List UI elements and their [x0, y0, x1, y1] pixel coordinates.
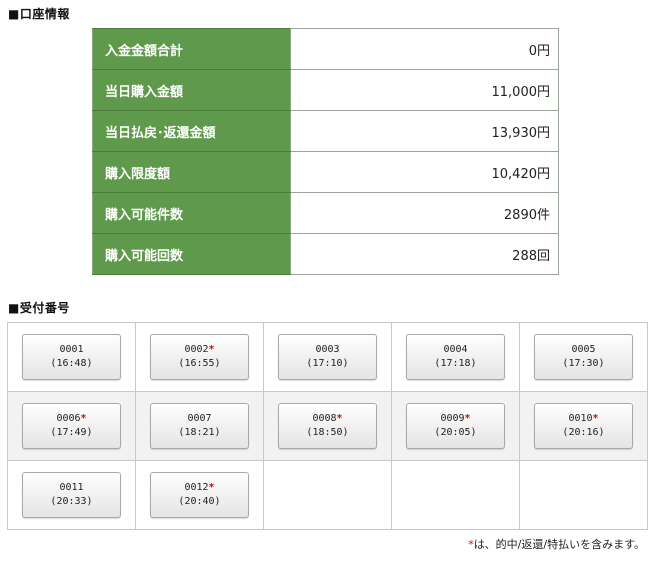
- receipt-button-0012[interactable]: 0012* (20:40): [150, 472, 249, 518]
- purchasable-times-label: 購入可能回数: [92, 233, 291, 275]
- deposit-total-label: 入金金額合計: [92, 28, 291, 70]
- deposit-total-value: 0円: [290, 28, 559, 70]
- receipt-time: (20:16): [562, 427, 605, 438]
- receipt-button-0010[interactable]: 0010* (20:16): [534, 403, 633, 449]
- grid-cell: 0007 (18:21): [135, 391, 264, 461]
- account-info-title: ■口座情報: [8, 7, 70, 21]
- receipt-time: (20:33): [50, 496, 93, 507]
- receipt-button-0004[interactable]: 0004 (17:18): [406, 334, 505, 380]
- special-mark: *: [336, 413, 343, 424]
- purchasable-count-label: 購入可能件数: [92, 192, 291, 234]
- table-row: 入金金額合計 0円: [92, 28, 559, 70]
- grid-cell: 0003 (17:10): [263, 322, 392, 392]
- table-row: 購入可能回数 288回: [92, 233, 559, 275]
- footnote-text: は、的中/返還/特払いを含みます。: [473, 538, 645, 551]
- purchase-limit-label: 購入限度額: [92, 151, 291, 193]
- purchasable-times-value: 288回: [290, 233, 559, 275]
- receipt-numbers-grid: 0001 (16:48) 0002* (16:55) 0003 (17:10) …: [7, 322, 648, 530]
- special-mark: *: [464, 413, 471, 424]
- receipt-button-0009[interactable]: 0009* (20:05): [406, 403, 505, 449]
- grid-cell: 0009* (20:05): [391, 391, 520, 461]
- receipt-button-0008[interactable]: 0008* (18:50): [278, 403, 377, 449]
- table-row: 当日購入金額 11,000円: [92, 69, 559, 111]
- grid-cell: 0008* (18:50): [263, 391, 392, 461]
- receipt-number: 0008: [312, 413, 337, 424]
- receipt-time: (17:49): [50, 427, 93, 438]
- table-row: 当日払戻･返還金額 13,930円: [92, 110, 559, 152]
- receipt-button-0011[interactable]: 0011 (20:33): [22, 472, 121, 518]
- receipt-button-0001[interactable]: 0001 (16:48): [22, 334, 121, 380]
- receipt-number: 0010: [568, 413, 593, 424]
- grid-cell: 0006* (17:49): [7, 391, 136, 461]
- receipt-button-0005[interactable]: 0005 (17:30): [534, 334, 633, 380]
- receipt-button-0002[interactable]: 0002* (16:55): [150, 334, 249, 380]
- receipt-number: 0009: [440, 413, 465, 424]
- special-mark: *: [208, 482, 215, 493]
- today-purchase-value: 11,000円: [290, 69, 559, 111]
- today-payout-label: 当日払戻･返還金額: [92, 110, 291, 152]
- receipt-number: 0002: [184, 344, 209, 355]
- table-row: 購入可能件数 2890件: [92, 192, 559, 234]
- receipt-time: (16:55): [178, 358, 221, 369]
- grid-cell-empty: [391, 460, 520, 530]
- receipt-number: 0007: [187, 413, 212, 424]
- receipt-time: (18:21): [178, 427, 221, 438]
- special-mark: *: [80, 413, 87, 424]
- purchase-limit-value: 10,420円: [290, 151, 559, 193]
- grid-cell: 0011 (20:33): [7, 460, 136, 530]
- special-mark: *: [208, 344, 215, 355]
- receipt-number: 0003: [315, 344, 340, 355]
- grid-cell: 0002* (16:55): [135, 322, 264, 392]
- grid-cell: 0001 (16:48): [7, 322, 136, 392]
- grid-cell: 0004 (17:18): [391, 322, 520, 392]
- today-purchase-label: 当日購入金額: [92, 69, 291, 111]
- table-row: 0006* (17:49) 0007 (18:21) 0008* (18:50)…: [7, 391, 648, 461]
- grid-cell-empty: [263, 460, 392, 530]
- table-row: 購入限度額 10,420円: [92, 151, 559, 193]
- purchasable-count-value: 2890件: [290, 192, 559, 234]
- receipt-time: (18:50): [306, 427, 349, 438]
- receipt-number: 0011: [59, 482, 84, 493]
- table-row: 0001 (16:48) 0002* (16:55) 0003 (17:10) …: [7, 322, 648, 392]
- receipt-number: 0004: [443, 344, 468, 355]
- receipt-number: 0012: [184, 482, 209, 493]
- receipt-number: 0001: [59, 344, 84, 355]
- grid-cell-empty: [519, 460, 648, 530]
- footnote: *は、的中/返還/特払いを含みます。: [468, 536, 645, 552]
- grid-cell: 0012* (20:40): [135, 460, 264, 530]
- today-payout-value: 13,930円: [290, 110, 559, 152]
- account-info-table: 入金金額合計 0円 当日購入金額 11,000円 当日払戻･返還金額 13,93…: [92, 28, 559, 275]
- grid-cell: 0005 (17:30): [519, 322, 648, 392]
- receipt-time: (20:40): [178, 496, 221, 507]
- receipt-number: 0005: [571, 344, 596, 355]
- special-mark: *: [592, 413, 599, 424]
- receipt-time: (17:18): [434, 358, 477, 369]
- receipt-button-0006[interactable]: 0006* (17:49): [22, 403, 121, 449]
- receipt-button-0007[interactable]: 0007 (18:21): [150, 403, 249, 449]
- receipt-time: (17:30): [562, 358, 605, 369]
- receipt-time: (17:10): [306, 358, 349, 369]
- receipt-number: 0006: [56, 413, 81, 424]
- table-row: 0011 (20:33) 0012* (20:40): [7, 460, 648, 530]
- receipt-button-0003[interactable]: 0003 (17:10): [278, 334, 377, 380]
- receipt-time: (20:05): [434, 427, 477, 438]
- grid-cell: 0010* (20:16): [519, 391, 648, 461]
- receipt-time: (16:48): [50, 358, 93, 369]
- receipt-numbers-title: ■受付番号: [8, 301, 70, 315]
